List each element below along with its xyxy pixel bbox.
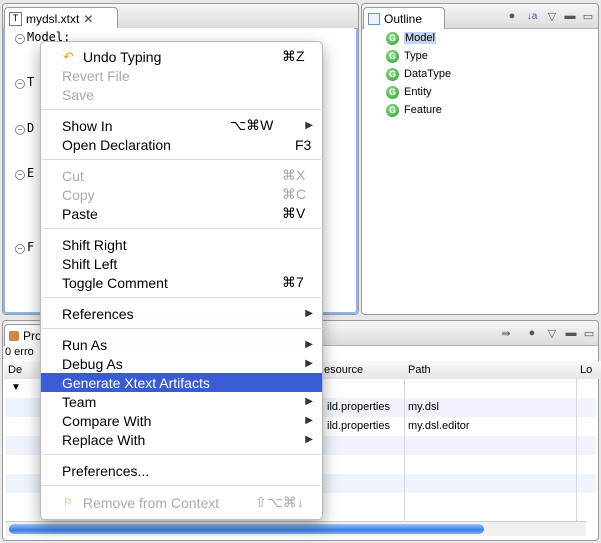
outline-item[interactable]: G Model <box>386 29 436 47</box>
menu-item-debug-as[interactable]: Debug As ▶ <box>41 354 322 373</box>
outline-item[interactable]: G Feature <box>386 101 442 119</box>
column-divider <box>404 379 405 521</box>
menu-item-cut[interactable]: Cut ⌘X <box>41 166 322 185</box>
menu-item-references[interactable]: References ▶ <box>41 304 322 323</box>
menu-item-run-as[interactable]: Run As ▶ <box>41 335 322 354</box>
editor-tab[interactable]: T mydsl.xtxt ✕ <box>4 7 118 29</box>
column-header-resource[interactable]: esource <box>320 361 409 379</box>
mylyn-context-icon: ⚐ <box>63 497 73 509</box>
outline-item[interactable]: G Type <box>386 47 428 65</box>
menu-item-shift-left[interactable]: Shift Left <box>41 254 322 273</box>
menu-separator <box>42 328 321 329</box>
menu-separator <box>42 109 321 110</box>
view-menu-icon[interactable]: ▽ <box>545 326 559 340</box>
menu-item-remove-from-context[interactable]: ⚐ Remove from Context ⇧⌥⌘↓ <box>41 493 322 512</box>
view-menu-icon[interactable]: ▽ <box>545 9 559 23</box>
submenu-arrow-icon: ▶ <box>305 396 313 407</box>
outline-item[interactable]: G DataType <box>386 65 451 83</box>
outline-pane: Outline ● ↓a ▽ ▬ ▭ G Model G Type G DataTyp… <box>361 3 599 315</box>
menu-item-copy[interactable]: Copy ⌘C <box>41 185 322 204</box>
menu-item-show-in[interactable]: Show In ⌥⌘W ▶ <box>41 116 322 135</box>
submenu-arrow-icon: ▶ <box>305 434 313 445</box>
maximize-icon[interactable]: ▭ <box>582 326 596 340</box>
problems-icon <box>9 330 19 341</box>
path-cell: my.dsl <box>408 401 439 413</box>
outline-tab-strip: Outline ● ↓a ▽ ▬ ▭ <box>362 4 598 29</box>
grammar-rule-icon: G <box>386 103 399 117</box>
resource-cell: ild.properties <box>327 401 390 413</box>
menu-item-generate-xtext-artifacts[interactable]: Generate Xtext Artifacts <box>41 373 322 392</box>
column-header-path[interactable]: Path <box>404 361 581 379</box>
resource-cell: ild.properties <box>327 420 390 432</box>
xtext-file-icon: T <box>9 11 22 26</box>
menu-separator <box>42 297 321 298</box>
submenu-arrow-icon: ▶ <box>305 415 313 426</box>
column-divider <box>576 379 577 521</box>
menu-item-shift-right[interactable]: Shift Right <box>41 235 322 254</box>
outline-tab[interactable]: Outline <box>363 7 445 29</box>
submenu-arrow-icon: ▶ <box>305 308 313 319</box>
submenu-arrow-icon: ▶ <box>305 120 313 131</box>
outline-tab-title: Outline <box>384 11 423 26</box>
menu-item-revert-file[interactable]: Revert File <box>41 66 322 85</box>
menu-item-replace-with[interactable]: Replace With ▶ <box>41 430 322 449</box>
menu-separator <box>42 485 321 486</box>
menu-item-save[interactable]: Save <box>41 85 322 104</box>
column-header-location[interactable]: Lo <box>576 361 601 379</box>
menu-item-open-declaration[interactable]: Open Declaration F3 <box>41 135 322 154</box>
close-icon[interactable]: ✕ <box>83 12 93 26</box>
menu-item-paste[interactable]: Paste ⌘V <box>41 204 322 223</box>
menu-item-preferences[interactable]: Preferences... <box>41 461 322 480</box>
minimize-icon[interactable]: ▬ <box>563 9 577 23</box>
filter-icon[interactable]: ● <box>525 326 539 340</box>
problems-summary: 0 erro <box>5 346 34 358</box>
grammar-rule-icon: G <box>386 31 399 45</box>
menu-item-compare-with[interactable]: Compare With ▶ <box>41 411 322 430</box>
grammar-rule-icon: G <box>386 49 399 63</box>
scrollbar-thumb[interactable] <box>9 524 484 534</box>
focus-icon[interactable]: ⇛ <box>499 326 513 340</box>
problems-tab-title: Pro <box>23 328 42 343</box>
horizontal-scrollbar[interactable] <box>6 521 586 536</box>
path-cell: my.dsl.editor <box>408 420 470 432</box>
outline-icon <box>368 12 380 25</box>
filter-icon[interactable]: ● <box>505 9 519 23</box>
menu-separator <box>42 159 321 160</box>
outline-item[interactable]: G Entity <box>386 83 432 101</box>
grammar-rule-icon: G <box>386 85 399 99</box>
menu-item-toggle-comment[interactable]: Toggle Comment ⌘7 <box>41 273 322 292</box>
minimize-icon[interactable]: ▬ <box>564 326 578 340</box>
submenu-arrow-icon: ▶ <box>305 358 313 369</box>
menu-separator <box>42 228 321 229</box>
menu-separator <box>42 454 321 455</box>
editor-tab-strip: T mydsl.xtxt ✕ <box>3 4 358 29</box>
grammar-rule-icon: G <box>386 67 399 81</box>
undo-icon: ↶ <box>63 48 74 64</box>
expand-arrow-icon[interactable]: ▼ <box>11 382 21 393</box>
sort-icon[interactable]: ↓a <box>525 9 539 23</box>
editor-tab-title: mydsl.xtxt <box>26 11 80 26</box>
maximize-icon[interactable]: ▭ <box>581 9 595 23</box>
submenu-arrow-icon: ▶ <box>305 339 313 350</box>
menu-item-team[interactable]: Team ▶ <box>41 392 322 411</box>
menu-item-undo-typing[interactable]: ↶ Undo Typing ⌘Z <box>41 47 322 66</box>
context-menu: ↶ Undo Typing ⌘Z Revert File Save Show I… <box>40 41 323 520</box>
